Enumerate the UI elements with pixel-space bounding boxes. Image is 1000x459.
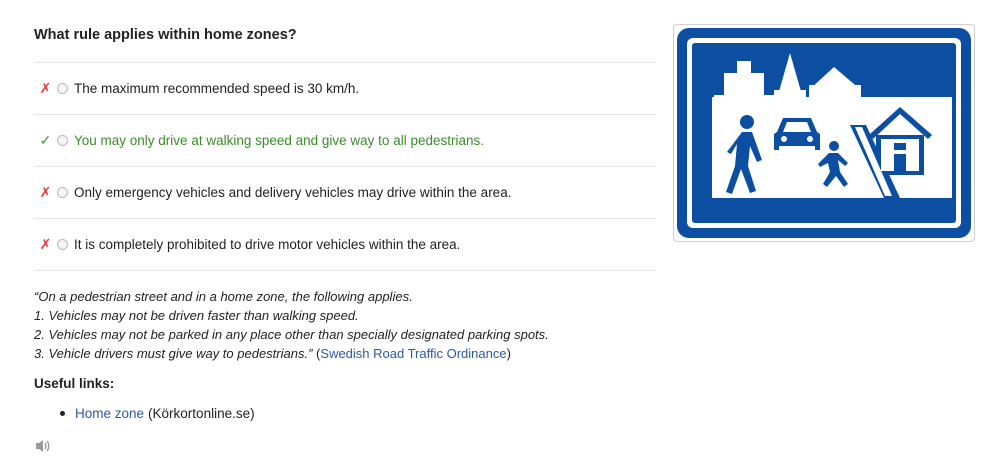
cross-icon: ✗ [39, 184, 52, 200]
source-paren-close: ) [506, 346, 511, 361]
cross-icon: ✗ [39, 80, 52, 96]
answer-option[interactable]: ✗ The maximum recommended speed is 30 km… [34, 62, 656, 114]
answer-option[interactable]: ✓ You may only drive at walking speed an… [34, 114, 656, 166]
quote-line: “On a pedestrian street and in a home zo… [34, 289, 413, 304]
explanation-quote: “On a pedestrian street and in a home zo… [34, 287, 549, 363]
answer-label: You may only drive at walking speed and … [74, 133, 484, 148]
check-icon: ✓ [39, 132, 52, 148]
radio-icon[interactable] [57, 83, 68, 94]
quote-line: 3. Vehicle drivers must give way to pede… [34, 346, 313, 361]
radio-icon[interactable] [57, 187, 68, 198]
speaker-icon[interactable] [34, 438, 52, 459]
list-item: Home zone (Körkortonline.se) [60, 406, 255, 421]
useful-links-list: Home zone (Körkortonline.se) [60, 406, 255, 421]
question-title: What rule applies within home zones? [34, 27, 297, 43]
home-zone-link[interactable]: Home zone [75, 406, 144, 421]
radio-icon[interactable] [57, 239, 68, 250]
answer-label: Only emergency vehicles and delivery veh… [74, 185, 512, 200]
source-link[interactable]: Swedish Road Traffic Ordinance [320, 346, 506, 361]
answer-options: ✗ The maximum recommended speed is 30 km… [34, 62, 656, 271]
quote-line: 2. Vehicles may not be parked in any pla… [34, 327, 549, 342]
answer-option[interactable]: ✗ Only emergency vehicles and delivery v… [34, 166, 656, 218]
link-source: (Körkortonline.se) [148, 406, 255, 421]
useful-links-title: Useful links: [34, 376, 115, 391]
cross-icon: ✗ [39, 236, 52, 252]
radio-icon[interactable] [57, 135, 68, 146]
answer-label: The maximum recommended speed is 30 km/h… [74, 81, 360, 96]
answer-option[interactable]: ✗ It is completely prohibited to drive m… [34, 218, 656, 271]
quote-line: 1. Vehicles may not be driven faster tha… [34, 308, 359, 323]
home-zone-sign [673, 24, 975, 242]
bullet-icon [60, 411, 65, 416]
answer-label: It is completely prohibited to drive mot… [74, 237, 461, 252]
